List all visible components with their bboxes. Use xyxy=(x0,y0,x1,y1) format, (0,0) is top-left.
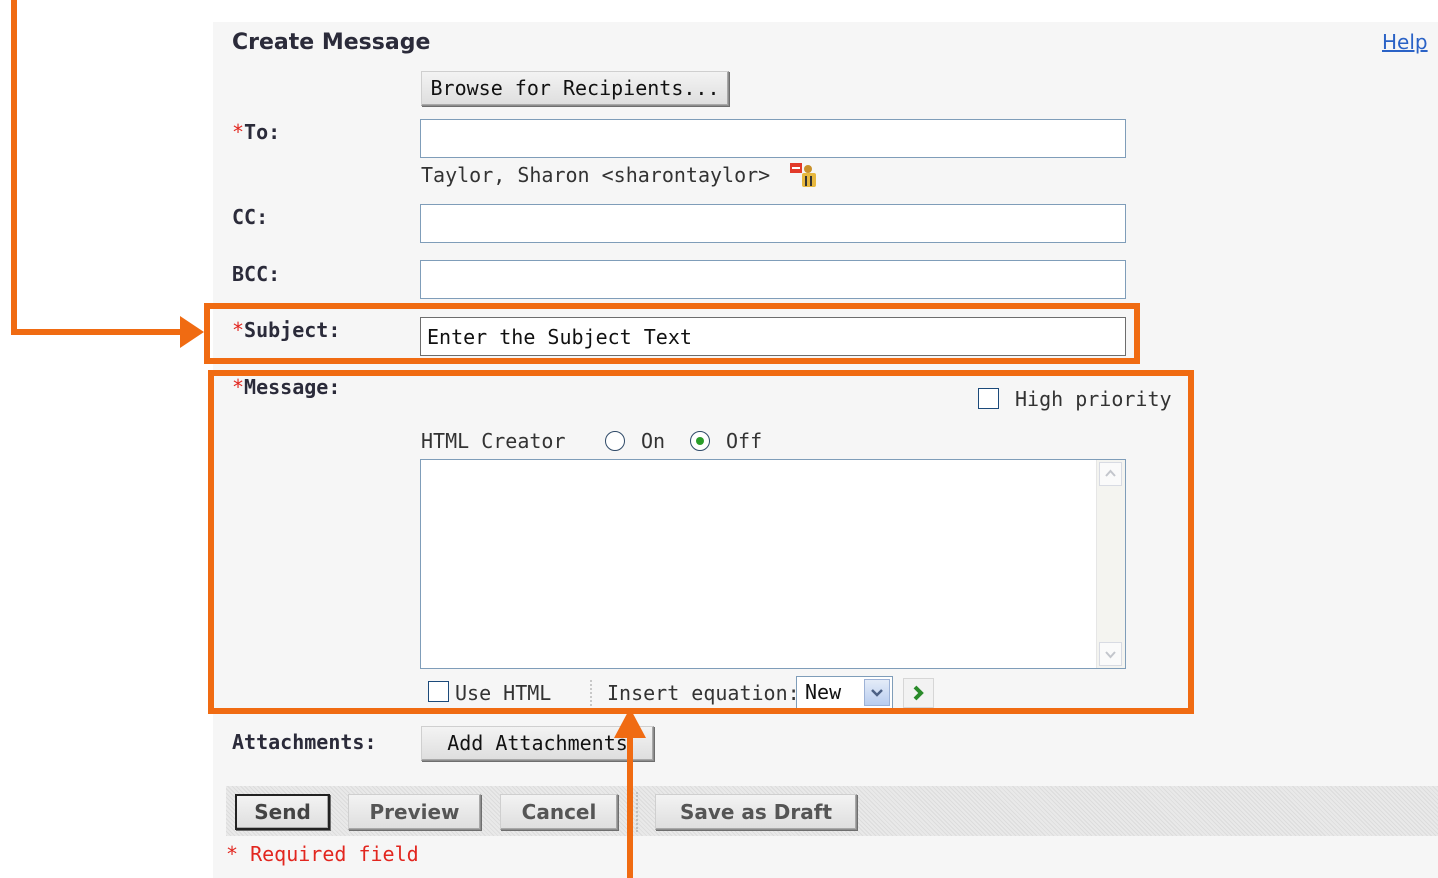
cancel-button[interactable]: Cancel xyxy=(500,794,618,830)
annotation-arrow-right-icon xyxy=(180,316,206,352)
attachments-label: Attachments: xyxy=(232,730,377,754)
send-button[interactable]: Send xyxy=(235,794,330,830)
message-highlight-box xyxy=(208,370,1194,714)
browse-recipients-button[interactable]: Browse for Recipients... xyxy=(421,71,729,106)
preview-button[interactable]: Preview xyxy=(348,794,481,830)
help-link[interactable]: Help xyxy=(1382,30,1428,54)
required-marker: * xyxy=(232,120,245,144)
annotation-line-vertical xyxy=(11,0,17,335)
remove-recipient-icon[interactable] xyxy=(788,160,820,190)
action-divider xyxy=(636,792,638,832)
save-draft-button[interactable]: Save as Draft xyxy=(655,794,857,830)
cc-input[interactable] xyxy=(420,204,1126,243)
bcc-input[interactable] xyxy=(420,260,1126,299)
page-title: Create Message xyxy=(232,30,431,55)
to-input[interactable] xyxy=(420,119,1126,158)
bcc-label: BCC: xyxy=(232,262,281,286)
subject-highlight-box xyxy=(204,303,1140,364)
cc-label: CC: xyxy=(232,205,269,229)
to-label: *To: xyxy=(232,120,281,144)
required-field-note: * Required field xyxy=(226,842,419,866)
annotation-arrow-up-icon xyxy=(614,708,646,742)
annotation-line-horizontal xyxy=(11,329,186,335)
to-recipient-entry: Taylor, Sharon <sharontaylor> xyxy=(421,163,771,187)
annotation-line-up xyxy=(627,735,633,878)
